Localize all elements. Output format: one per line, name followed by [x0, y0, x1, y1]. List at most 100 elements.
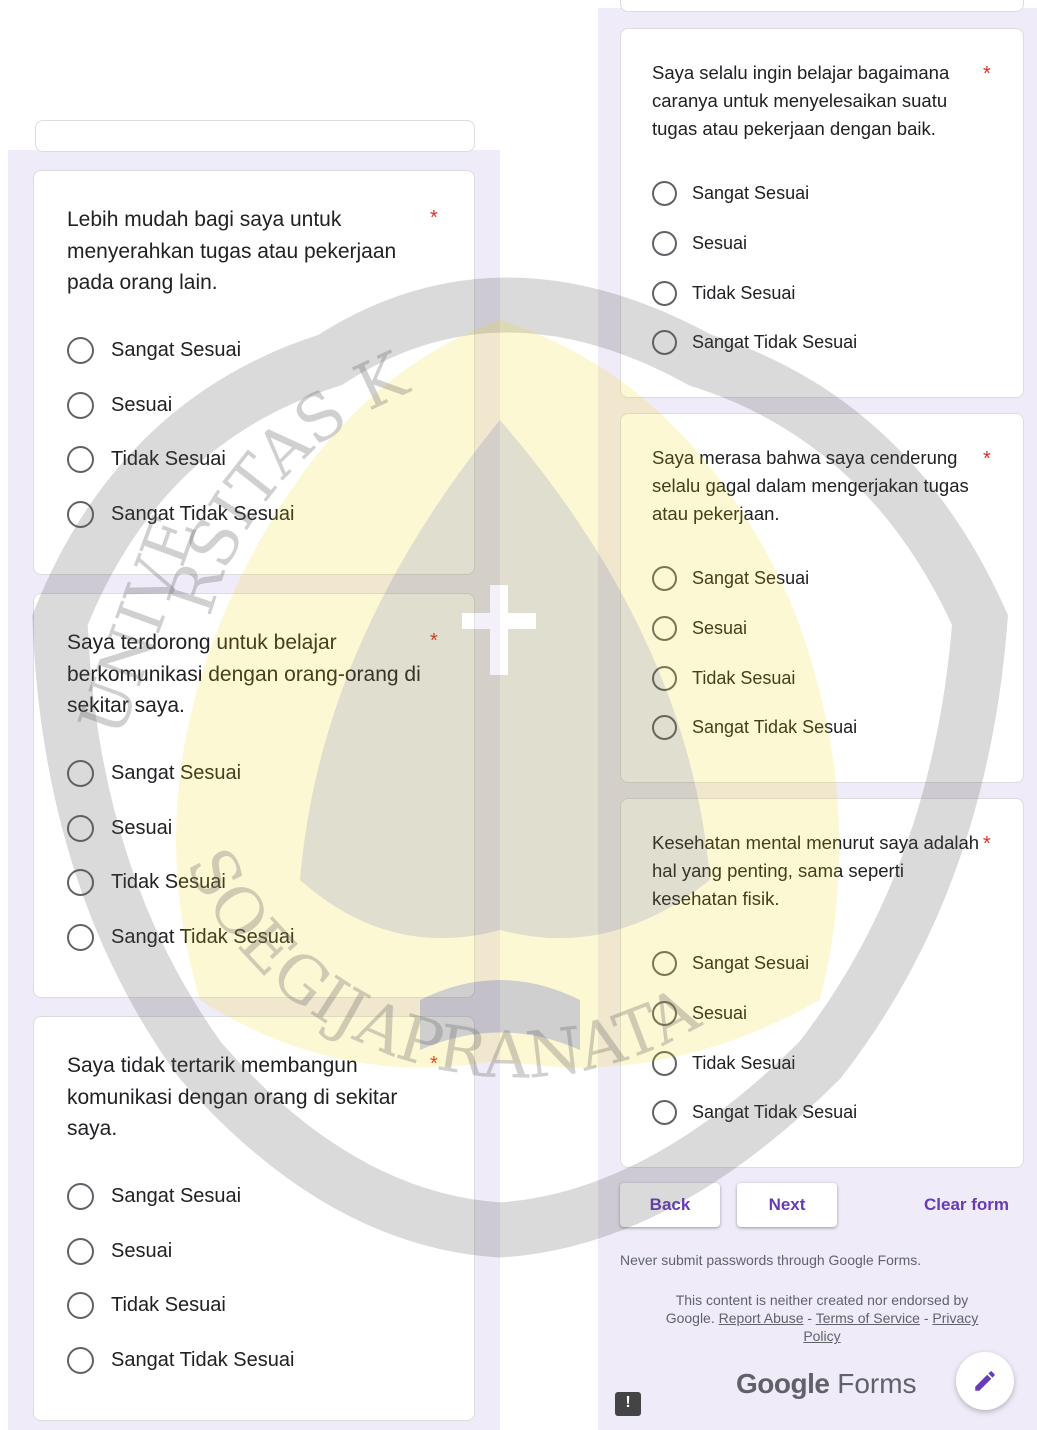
required-asterisk: * [430, 207, 438, 229]
radio-button[interactable] [67, 392, 94, 419]
option-label: Sangat Sesuai [692, 183, 810, 203]
radio-button[interactable] [652, 616, 677, 641]
required-asterisk: * [983, 448, 991, 470]
option-label: Sangat Sesuai [692, 953, 810, 973]
option-sesuai[interactable]: Sesuai [652, 1001, 747, 1026]
option-label: Tidak Sesuai [111, 1294, 226, 1316]
feedback-icon[interactable]: ! [615, 1392, 641, 1416]
radio-button[interactable] [652, 330, 677, 355]
radio-button[interactable] [67, 869, 94, 896]
next-button[interactable]: Next [737, 1183, 837, 1227]
radio-button[interactable] [652, 231, 677, 256]
radio-button[interactable] [652, 715, 677, 740]
option-sesuai[interactable]: Sesuai [67, 815, 172, 842]
required-asterisk: * [430, 1053, 438, 1075]
option-label: Sangat Sesuai [111, 762, 242, 784]
question-card-1: Lebih mudah bagi saya untuk menyerahkan … [33, 170, 475, 575]
radio-button[interactable] [652, 181, 677, 206]
option-label: Sangat Tidak Sesuai [692, 717, 858, 737]
option-sangat-tidak-sesuai[interactable]: Sangat Tidak Sesuai [652, 330, 857, 355]
radio-button[interactable] [67, 446, 94, 473]
logo-google: Google [736, 1368, 830, 1399]
option-sangat-sesuai[interactable]: Sangat Sesuai [652, 951, 809, 976]
option-tidak-sesuai[interactable]: Tidak Sesuai [652, 1051, 795, 1076]
clear-form-button[interactable]: Clear form [924, 1195, 1009, 1215]
radio-button[interactable] [67, 924, 94, 951]
separator: - [919, 1310, 933, 1327]
radio-button[interactable] [652, 1051, 677, 1076]
question-card-5: Saya merasa bahwa saya cenderung selalu … [620, 413, 1024, 783]
option-tidak-sesuai[interactable]: Tidak Sesuai [652, 666, 795, 691]
question-card-6: Kesehatan mental menurut saya adalah hal… [620, 798, 1024, 1168]
option-sesuai[interactable]: Sesuai [652, 616, 747, 641]
radio-button[interactable] [67, 1183, 94, 1210]
back-button[interactable]: Back [620, 1183, 720, 1227]
option-label: Sangat Sesuai [111, 339, 242, 361]
option-label: Sesuai [692, 1003, 748, 1023]
option-label: Sesuai [111, 1240, 173, 1262]
option-label: Sesuai [692, 233, 748, 253]
question-text: Kesehatan mental menurut saya adalah hal… [652, 832, 980, 909]
option-label: Tidak Sesuai [692, 1053, 796, 1073]
option-sangat-sesuai[interactable]: Sangat Sesuai [67, 760, 241, 787]
question-text: Saya terdorong untuk belajar berkomunika… [67, 631, 421, 717]
question-text: Saya merasa bahwa saya cenderung selalu … [652, 447, 969, 524]
question-card-2: Saya terdorong untuk belajar berkomunika… [33, 593, 475, 998]
right-panel: Saya selalu ingin belajar bagaimana cara… [598, 0, 1037, 1430]
option-sangat-sesuai[interactable]: Sangat Sesuai [67, 1183, 241, 1210]
option-label: Tidak Sesuai [111, 871, 226, 893]
option-tidak-sesuai[interactable]: Tidak Sesuai [652, 281, 795, 306]
option-label: Sangat Tidak Sesuai [111, 503, 295, 525]
report-abuse-link[interactable]: Report Abuse [719, 1310, 804, 1326]
card-top-stub [35, 120, 475, 152]
google-forms-logo[interactable]: Google Forms [736, 1368, 917, 1400]
option-sangat-tidak-sesuai[interactable]: Sangat Tidak Sesuai [67, 501, 294, 528]
option-sesuai[interactable]: Sesuai [652, 231, 747, 256]
radio-button[interactable] [652, 951, 677, 976]
option-label: Sangat Tidak Sesuai [692, 1102, 858, 1122]
question-text: Lebih mudah bagi saya untuk menyerahkan … [67, 208, 397, 294]
option-label: Sangat Sesuai [692, 568, 810, 588]
radio-button[interactable] [67, 815, 94, 842]
radio-button[interactable] [67, 1347, 94, 1374]
option-sesuai[interactable]: Sesuai [67, 1238, 172, 1265]
option-label: Tidak Sesuai [692, 668, 796, 688]
question-text: Saya tidak tertarik membangun komunikasi… [67, 1054, 398, 1140]
radio-button[interactable] [67, 337, 94, 364]
radio-button[interactable] [67, 501, 94, 528]
option-tidak-sesuai[interactable]: Tidak Sesuai [67, 446, 226, 473]
terms-link[interactable]: Terms of Service [816, 1310, 920, 1326]
radio-button[interactable] [67, 1238, 94, 1265]
option-sesuai[interactable]: Sesuai [67, 392, 172, 419]
separator: - [803, 1310, 816, 1327]
radio-button[interactable] [67, 1292, 94, 1319]
left-panel: Lebih mudah bagi saya untuk menyerahkan … [8, 120, 500, 1430]
password-warning: Never submit passwords through Google Fo… [620, 1252, 922, 1268]
required-asterisk: * [983, 833, 991, 855]
option-sangat-tidak-sesuai[interactable]: Sangat Tidak Sesuai [67, 1347, 294, 1374]
required-asterisk: * [983, 63, 991, 85]
radio-button[interactable] [652, 1100, 677, 1125]
required-asterisk: * [430, 630, 438, 652]
question-card-4: Saya selalu ingin belajar bagaimana cara… [620, 28, 1024, 398]
option-tidak-sesuai[interactable]: Tidak Sesuai [67, 869, 226, 896]
edit-fab[interactable] [956, 1352, 1014, 1410]
option-sangat-sesuai[interactable]: Sangat Sesuai [652, 566, 809, 591]
option-tidak-sesuai[interactable]: Tidak Sesuai [67, 1292, 226, 1319]
option-sangat-tidak-sesuai[interactable]: Sangat Tidak Sesuai [652, 715, 857, 740]
radio-button[interactable] [652, 281, 677, 306]
radio-button[interactable] [652, 566, 677, 591]
disclaimer: This content is neither created nor endo… [650, 1291, 994, 1346]
option-sangat-tidak-sesuai[interactable]: Sangat Tidak Sesuai [67, 924, 294, 951]
card-top-stub [620, 0, 1024, 12]
option-sangat-tidak-sesuai[interactable]: Sangat Tidak Sesuai [652, 1100, 857, 1125]
radio-button[interactable] [652, 666, 677, 691]
option-sangat-sesuai[interactable]: Sangat Sesuai [652, 181, 809, 206]
question-card-3: Saya tidak tertarik membangun komunikasi… [33, 1016, 475, 1421]
radio-button[interactable] [652, 1001, 677, 1026]
option-sangat-sesuai[interactable]: Sangat Sesuai [67, 337, 241, 364]
option-label: Sangat Tidak Sesuai [111, 926, 295, 948]
radio-button[interactable] [67, 760, 94, 787]
option-label: Sesuai [111, 394, 173, 416]
option-label: Sesuai [111, 817, 173, 839]
